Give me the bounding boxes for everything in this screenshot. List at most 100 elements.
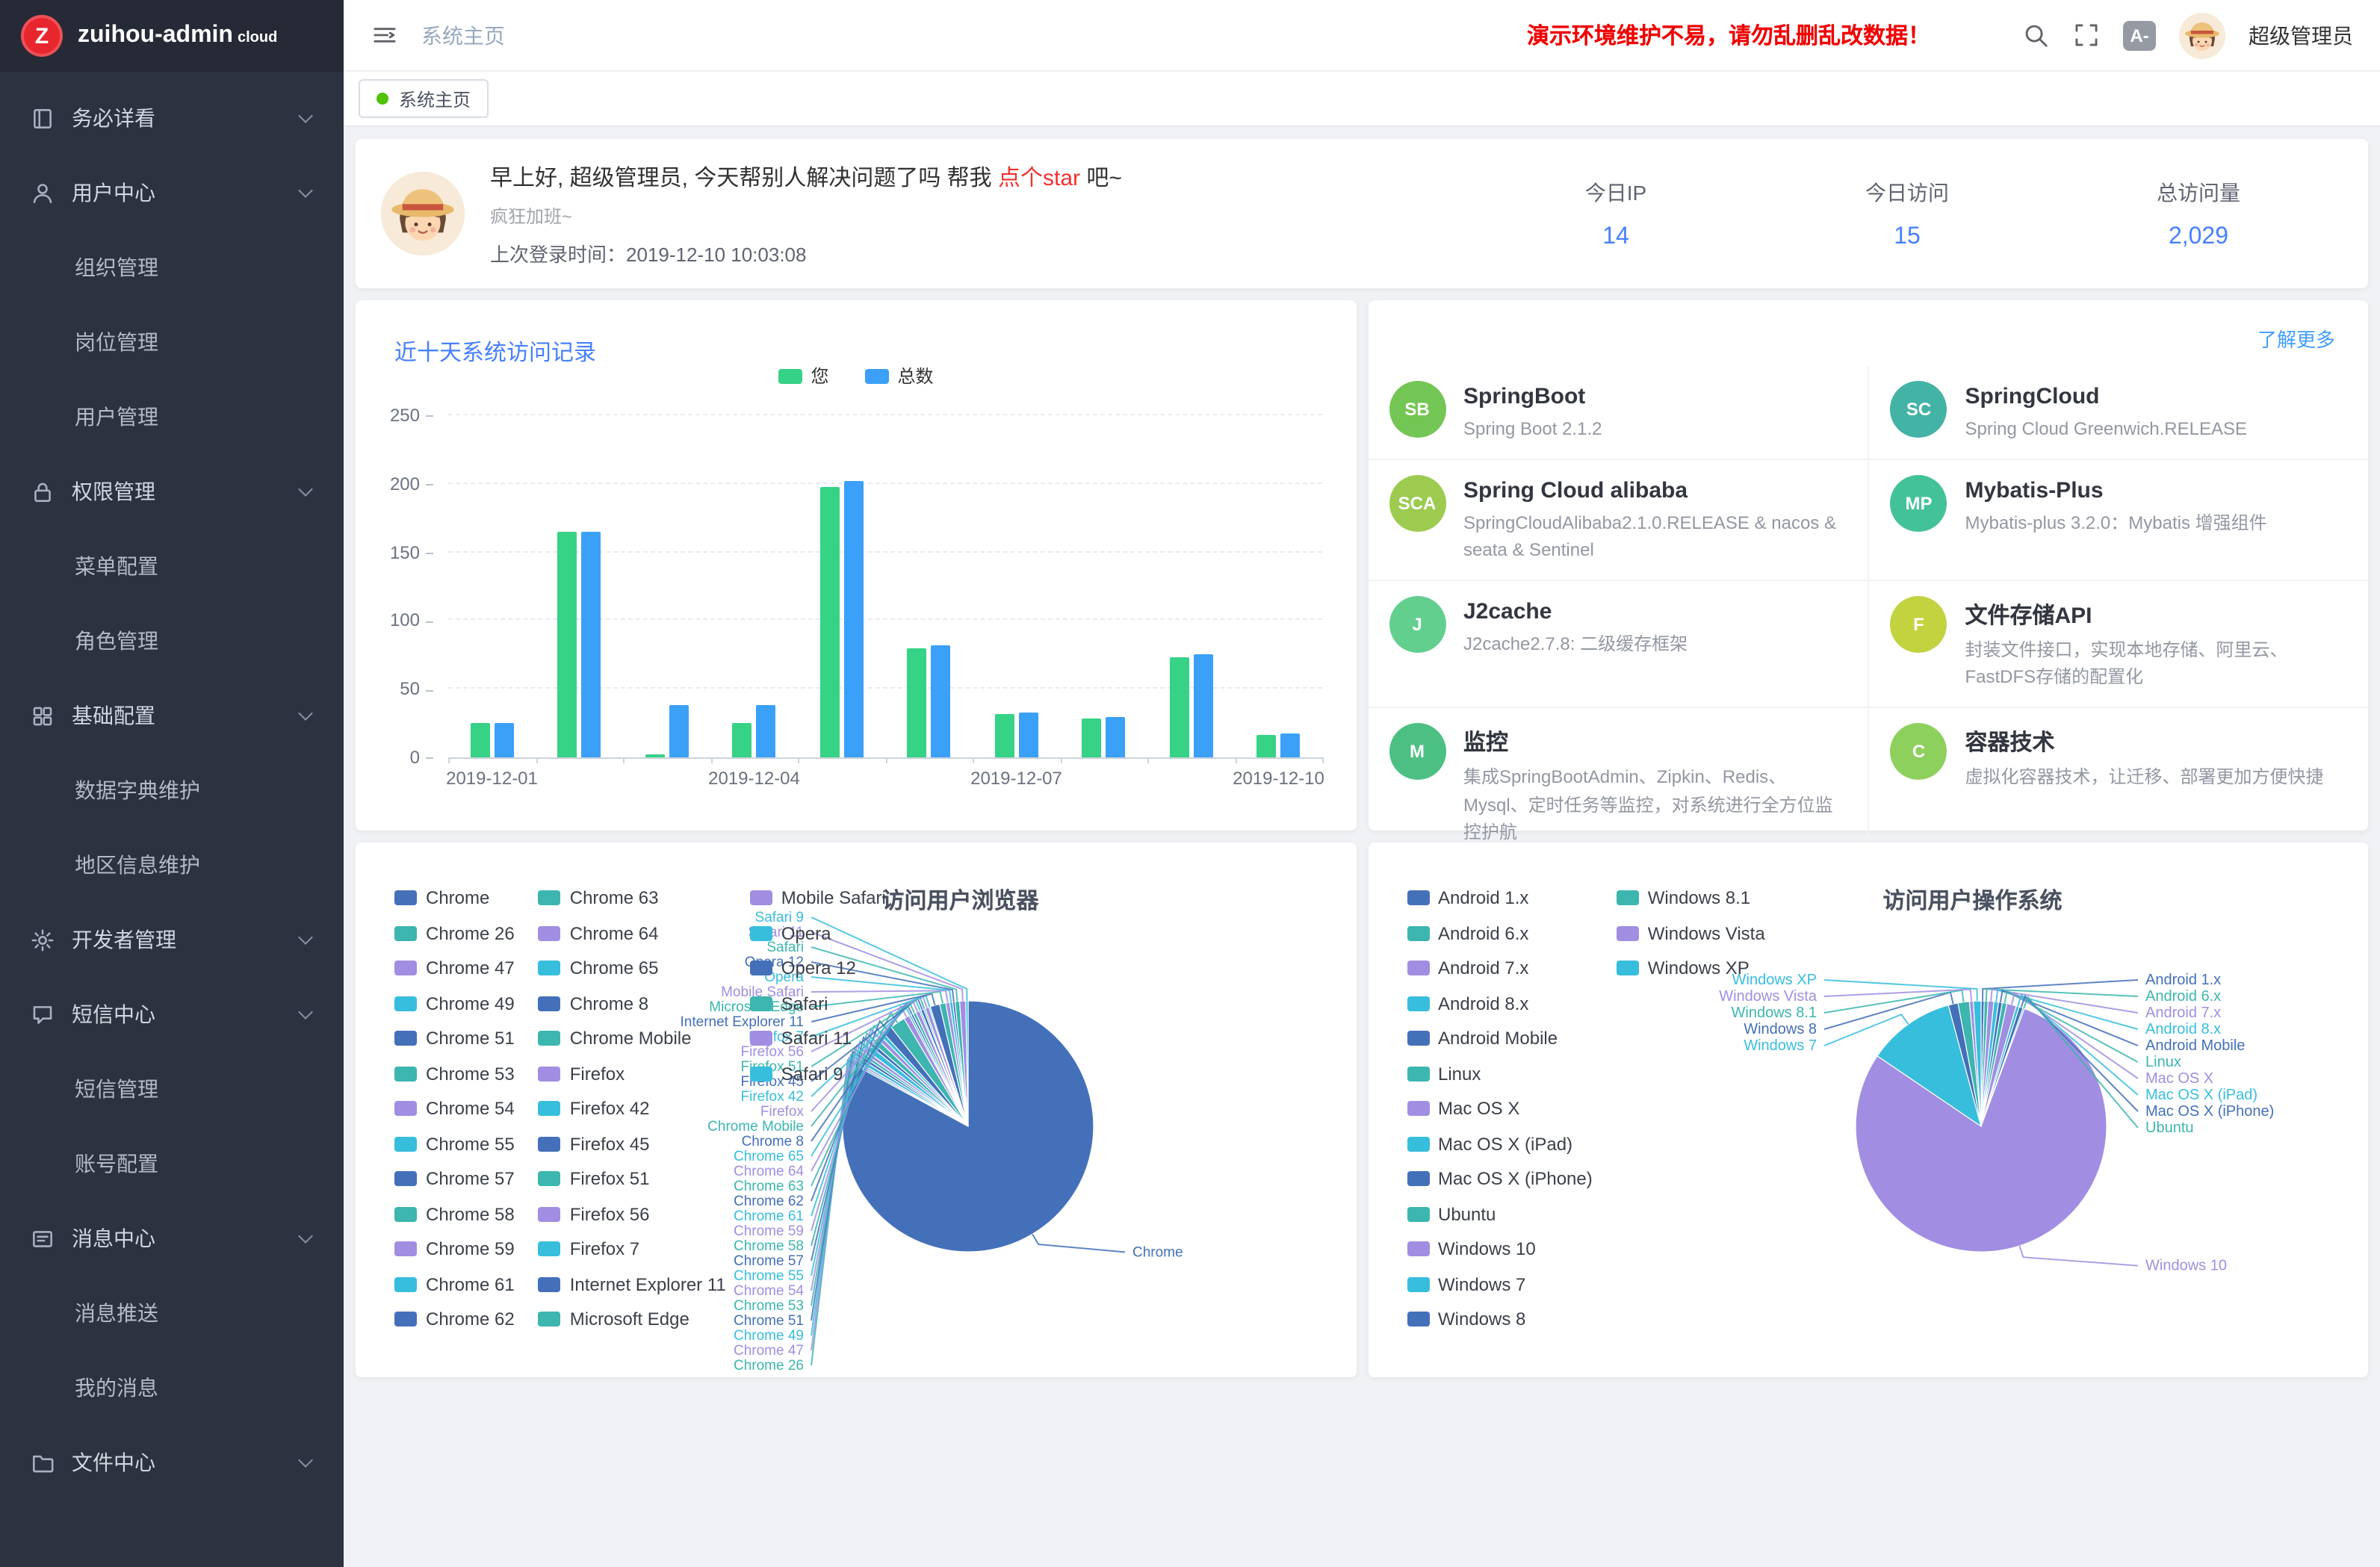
- sidebar-subitem[interactable]: 地区信息维护: [0, 828, 344, 902]
- sidebar-item[interactable]: 务必详看: [0, 81, 344, 155]
- legend-item[interactable]: Chrome 26: [394, 922, 515, 943]
- legend-item[interactable]: Chrome 8: [539, 993, 726, 1014]
- bar[interactable]: [582, 532, 601, 757]
- sidebar-subitem[interactable]: 组织管理: [0, 230, 344, 305]
- sidebar-subitem[interactable]: 岗位管理: [0, 305, 344, 379]
- font-size-icon[interactable]: A-: [2123, 20, 2156, 50]
- legend-item[interactable]: Firefox 7: [539, 1238, 726, 1259]
- collapse-menu-icon[interactable]: [371, 21, 399, 49]
- legend-item[interactable]: Chrome 54: [394, 1098, 515, 1119]
- legend-item[interactable]: Ubuntu: [1407, 1203, 1593, 1224]
- bar[interactable]: [1281, 734, 1301, 757]
- username[interactable]: 超级管理员: [2249, 20, 2353, 50]
- bar[interactable]: [471, 723, 490, 757]
- app-logo[interactable]: Z zuihou-admincloud: [0, 0, 344, 72]
- sidebar-item[interactable]: 开发者管理: [0, 902, 344, 977]
- legend-item[interactable]: Mobile Safari: [750, 887, 886, 908]
- breadcrumb[interactable]: 系统主页: [421, 20, 505, 50]
- legend-item[interactable]: Windows Vista: [1617, 922, 1765, 943]
- legend-item[interactable]: Firefox 51: [539, 1168, 726, 1189]
- bar[interactable]: [1106, 718, 1126, 757]
- learn-more-link[interactable]: 了解更多: [2257, 324, 2335, 353]
- bar[interactable]: [1170, 657, 1189, 757]
- legend-item[interactable]: Mac OS X: [1407, 1098, 1593, 1119]
- sidebar-item[interactable]: 消息中心: [0, 1201, 344, 1276]
- sidebar-item[interactable]: 短信中心: [0, 977, 344, 1052]
- legend-item[interactable]: Windows 8: [1407, 1309, 1593, 1329]
- legend-item[interactable]: Safari: [750, 993, 886, 1014]
- search-icon[interactable]: [2021, 21, 2050, 49]
- bar[interactable]: [669, 705, 689, 757]
- bar[interactable]: [1257, 736, 1277, 757]
- sidebar-subitem[interactable]: 数据字典维护: [0, 753, 344, 828]
- legend-item[interactable]: Firefox 45: [539, 1133, 726, 1154]
- sidebar-subitem[interactable]: 短信管理: [0, 1052, 344, 1126]
- bar-group[interactable]: [885, 417, 973, 757]
- sidebar-subitem[interactable]: 账号配置: [0, 1126, 344, 1201]
- bar-group[interactable]: [798, 417, 885, 757]
- bar-group[interactable]: [1147, 417, 1235, 757]
- sidebar-subitem[interactable]: 我的消息: [0, 1350, 344, 1425]
- bar[interactable]: [844, 481, 864, 757]
- bar[interactable]: [1082, 719, 1102, 757]
- sidebar-item[interactable]: 用户中心: [0, 155, 344, 230]
- legend-item[interactable]: Android 1.x: [1407, 887, 1593, 908]
- legend-item[interactable]: Chrome 55: [394, 1133, 515, 1154]
- user-avatar[interactable]: [2178, 11, 2226, 59]
- legend-item[interactable]: Chrome 51: [394, 1028, 515, 1049]
- bar[interactable]: [820, 486, 840, 757]
- sidebar-subitem[interactable]: 用户管理: [0, 379, 344, 454]
- legend-item[interactable]: Windows 8.1: [1617, 887, 1765, 908]
- legend-item[interactable]: Chrome: [394, 887, 515, 908]
- legend-item[interactable]: Windows 7: [1407, 1273, 1593, 1294]
- legend-item[interactable]: Chrome 65: [539, 958, 726, 978]
- legend-item[interactable]: Safari 11: [750, 1028, 886, 1049]
- legend-item[interactable]: 总数: [865, 363, 934, 388]
- sidebar-subitem[interactable]: 消息推送: [0, 1276, 344, 1350]
- legend-item[interactable]: Internet Explorer 11: [539, 1273, 726, 1294]
- bar-group[interactable]: [623, 417, 710, 757]
- legend-item[interactable]: Windows 10: [1407, 1238, 1593, 1259]
- legend-item[interactable]: Android Mobile: [1407, 1028, 1593, 1049]
- legend-item[interactable]: Linux: [1407, 1063, 1593, 1084]
- bar-group[interactable]: 2019-12-04: [710, 417, 798, 757]
- legend-item[interactable]: Mac OS X (iPhone): [1407, 1168, 1593, 1189]
- legend-item[interactable]: Chrome 49: [394, 993, 515, 1014]
- legend-item[interactable]: Android 6.x: [1407, 922, 1593, 943]
- legend-item[interactable]: Opera: [750, 922, 886, 943]
- fullscreen-icon[interactable]: [2072, 21, 2101, 49]
- bar-group[interactable]: 2019-12-10: [1235, 417, 1322, 757]
- sidebar-item[interactable]: 基础配置: [0, 678, 344, 753]
- bar[interactable]: [932, 645, 951, 757]
- legend-item[interactable]: Safari 9: [750, 1063, 886, 1084]
- legend-item[interactable]: Opera 12: [750, 958, 886, 978]
- legend-item[interactable]: Windows XP: [1617, 958, 1765, 978]
- legend-item[interactable]: Chrome 53: [394, 1063, 515, 1084]
- legend-item[interactable]: Chrome Mobile: [539, 1028, 726, 1049]
- bar[interactable]: [733, 723, 752, 757]
- legend-item[interactable]: Android 7.x: [1407, 958, 1593, 978]
- legend-item[interactable]: Chrome 59: [394, 1238, 515, 1259]
- legend-item[interactable]: Android 8.x: [1407, 993, 1593, 1014]
- bar-group[interactable]: 2019-12-07: [973, 417, 1060, 757]
- legend-item[interactable]: Chrome 58: [394, 1203, 515, 1224]
- bar[interactable]: [645, 754, 665, 757]
- legend-item[interactable]: Chrome 63: [539, 887, 726, 908]
- legend-item[interactable]: Chrome 64: [539, 922, 726, 943]
- bar[interactable]: [495, 723, 514, 757]
- star-link[interactable]: 点个star: [998, 165, 1080, 190]
- legend-item[interactable]: Chrome 47: [394, 958, 515, 978]
- legend-item[interactable]: Chrome 57: [394, 1168, 515, 1189]
- sidebar-subitem[interactable]: 角色管理: [0, 603, 344, 678]
- bar-chart[interactable]: 0501001502002502019-12-012019-12-042019-…: [448, 417, 1322, 759]
- legend-item[interactable]: Firefox 42: [539, 1098, 726, 1119]
- legend-item[interactable]: Chrome 61: [394, 1273, 515, 1294]
- sidebar-subitem[interactable]: 菜单配置: [0, 529, 344, 603]
- bar[interactable]: [995, 713, 1014, 757]
- bar[interactable]: [908, 648, 927, 757]
- legend-item[interactable]: 您: [778, 363, 828, 388]
- bar[interactable]: [757, 705, 776, 757]
- sidebar-item[interactable]: 文件中心: [0, 1425, 344, 1500]
- legend-item[interactable]: Microsoft Edge: [539, 1309, 726, 1329]
- legend-item[interactable]: Mac OS X (iPad): [1407, 1133, 1593, 1154]
